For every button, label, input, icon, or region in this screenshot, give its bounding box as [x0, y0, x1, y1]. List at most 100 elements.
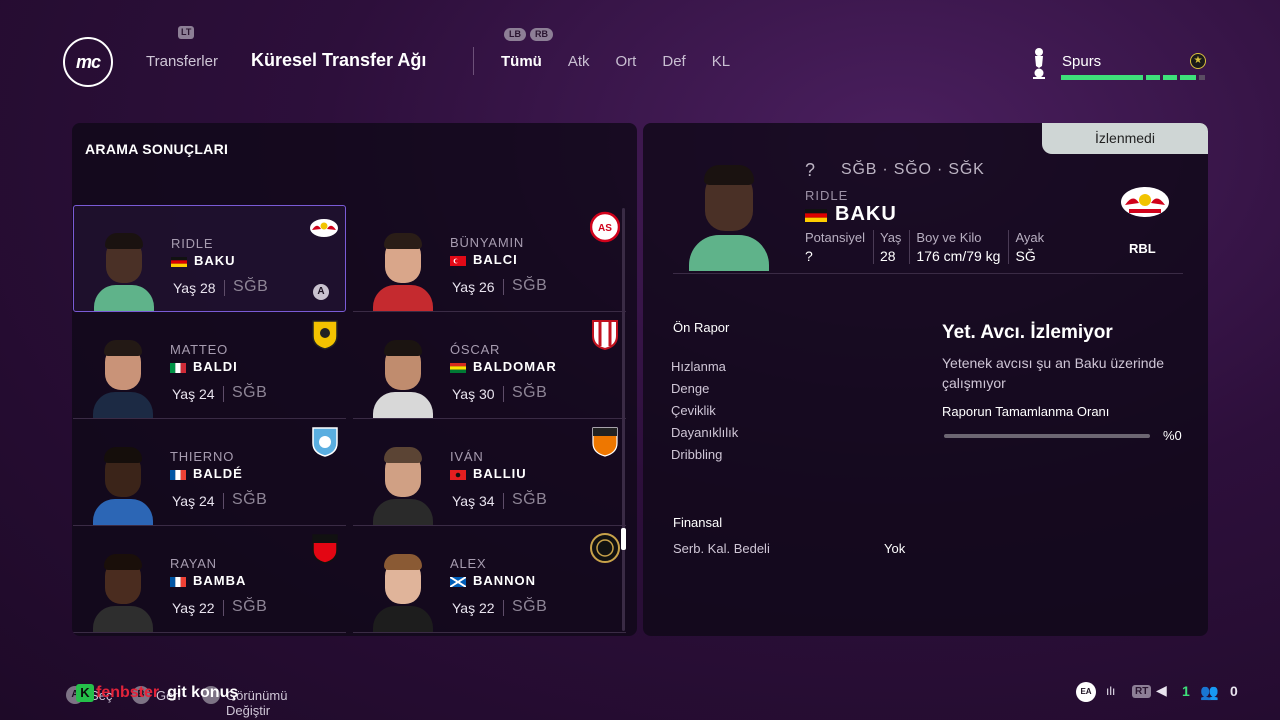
player-detail-panel: İzlenmedi ? SĞB · SĞO · SĞK RIDLE BAKU P… [643, 123, 1208, 636]
player-first-name: RAYAN [170, 556, 217, 571]
star-icon: ★ [1190, 53, 1206, 69]
player-portrait [373, 340, 433, 418]
release-clause-value: Yok [884, 541, 906, 556]
a-button-badge: A [313, 284, 329, 300]
nacional-potosi-crest-icon [592, 320, 618, 350]
player-last-name: BAMBA [193, 573, 247, 588]
attribute-balance: Denge [671, 381, 710, 396]
germany-flag-icon [805, 209, 827, 222]
potential-unknown: ? [805, 160, 816, 180]
player-first-name: ALEX [450, 556, 487, 571]
financial-title: Finansal [673, 515, 723, 530]
stat-foot: Ayak SĞ [1015, 230, 1045, 264]
stat-potential: Potansiyel? [805, 230, 874, 264]
player-age: Yaş 24 [172, 493, 215, 509]
player-portrait [689, 163, 769, 271]
report-completion-label: Raporun Tamamlanma Oranı [942, 404, 1110, 419]
scotland-flag-icon [450, 577, 466, 587]
tab-all[interactable]: Tümü [501, 53, 542, 70]
lorient-crest-icon [592, 427, 618, 457]
player-age: Yaş 34 [452, 493, 495, 509]
player-card[interactable]: MATTEO BALDI Yaş 24 SĞB [73, 312, 346, 419]
player-stats: Potansiyel? Yaş 28 Boy ve Kilo 176 cm/79 k… [805, 230, 1058, 264]
player-card[interactable]: IVÁN BALLIU Yaş 34 SĞB [353, 419, 626, 526]
antalyaspor-crest-icon: AS [590, 211, 620, 243]
player-age: Yaş 22 [172, 600, 215, 616]
report-completion-percent: %0 [1163, 428, 1182, 443]
player-portrait [373, 233, 433, 311]
tab-midfield[interactable]: Ort [616, 53, 637, 70]
stat-separator [223, 493, 224, 509]
user-club: Spurs ★ [1030, 46, 1215, 82]
lt-button-hint: LT [178, 26, 195, 39]
club-name: Spurs [1062, 53, 1102, 70]
player-position: SĞB [512, 277, 548, 294]
page-title: Küresel Transfer Ağı [251, 50, 427, 70]
player-age: Yaş 22 [452, 600, 495, 616]
player-card[interactable]: ALEX BANNON Yaş 22 SĞB [353, 526, 626, 633]
red-bull-crest-icon [310, 219, 338, 237]
aberdeen-crest-icon [590, 533, 620, 563]
scout-status-description: Yetenek avcısı şu an Baku üzerinde çalış… [942, 355, 1165, 391]
results-scrollbar[interactable] [622, 208, 625, 631]
stat-separator [503, 600, 504, 616]
results-scrollbar-thumb[interactable] [621, 528, 626, 550]
player-last-name: BALLIU [473, 466, 527, 481]
player-portrait [373, 447, 433, 525]
stat-separator [503, 279, 504, 295]
player-age: Yaş 28 [173, 280, 216, 296]
player-age: Yaş 30 [452, 386, 495, 402]
player-card[interactable]: BÜNYAMIN BALCI Yaş 26 SĞB AS [353, 205, 626, 312]
rb-button-hint: RB [530, 28, 553, 41]
juve-stabia-crest-icon [312, 320, 338, 350]
nav-transfers[interactable]: Transferler [146, 53, 218, 70]
speaker-icon: ◀ [1156, 682, 1167, 698]
player-card[interactable]: THIERNO BALDÉ Yaş 24 SĞB [73, 419, 346, 526]
watch-status-tab[interactable]: İzlenmedi [1042, 123, 1208, 154]
player-position: SĞB [232, 598, 268, 615]
player-first-name: IVÁN [450, 449, 484, 464]
club-morale-bar [1061, 75, 1214, 80]
player-first-name: THIERNO [170, 449, 235, 464]
rennes-crest-icon [312, 534, 338, 564]
cockerel-crest-icon [1033, 48, 1045, 79]
italy-flag-icon [170, 363, 186, 373]
player-position: SĞB [232, 384, 268, 401]
player-portrait [93, 554, 153, 632]
player-first-name: MATTEO [170, 342, 228, 357]
party-count: 0 [1230, 683, 1238, 699]
player-card[interactable]: ÓSCAR BALDOMAR Yaş 30 SĞB [353, 312, 626, 419]
tab-attack[interactable]: Atk [568, 53, 590, 70]
player-positions: SĞB · SĞO · SĞK [841, 161, 985, 178]
search-results-title: ARAMA SONUÇLARI [85, 141, 229, 157]
player-last-name: BAKU [194, 253, 236, 268]
germany-flag-icon [171, 257, 187, 267]
search-results-panel: ARAMA SONUÇLARI RIDLE BAKU Yaş 28 SĞB A BÜNYA… [72, 123, 637, 636]
signal-icon: ılı [1106, 684, 1116, 698]
player-first-name: RIDLE [805, 188, 849, 203]
attribute-list: Hızlanma Denge Çeviklik Dayanıklılık Dri… [671, 359, 738, 469]
stat-separator [224, 280, 225, 296]
bolivia-flag-icon [450, 363, 466, 373]
player-card[interactable]: RAYAN BAMBA Yaş 22 SĞB [73, 526, 346, 633]
player-last-name: BANNON [473, 573, 537, 588]
attribute-dribbling: Dribbling [671, 447, 723, 462]
player-position: SĞB [232, 491, 268, 508]
report-completion-bar [944, 434, 1150, 438]
player-age: Yaş 26 [452, 279, 495, 295]
player-portrait [93, 447, 153, 525]
player-last-name: BAKU [835, 203, 897, 225]
tab-defence[interactable]: Def [662, 53, 685, 70]
attribute-stamina: Dayanıklılık [671, 425, 739, 440]
online-friends-count: 1 [1182, 683, 1190, 699]
tab-goalkeeper[interactable]: KL [712, 53, 730, 70]
attribute-acceleration: Hızlanma [671, 359, 726, 374]
red-bull-crest-icon [1121, 187, 1169, 217]
player-portrait [94, 233, 154, 311]
player-position: SĞB [512, 598, 548, 615]
stat-separator [223, 386, 224, 402]
club-abbreviation: RBL [1129, 241, 1156, 256]
france-flag-icon [170, 470, 186, 480]
player-card[interactable]: RIDLE BAKU Yaş 28 SĞB A [73, 205, 346, 312]
release-clause-label: Serb. Kal. Bedeli [673, 541, 770, 556]
